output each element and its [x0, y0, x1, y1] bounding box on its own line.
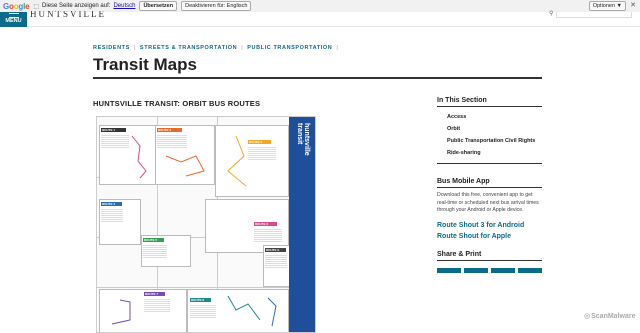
shield-icon: ◎ [584, 313, 591, 320]
android-app-link[interactable]: Route Shout 3 for Android [437, 222, 542, 229]
route-label: ROUTE 5 [143, 238, 164, 242]
transit-map-image[interactable]: ROUTE 1 ROUTE 2 ROUTE 3 ROUTE 4 ROUTE 5 … [96, 116, 316, 333]
search-input[interactable]: ⚲ [549, 11, 632, 18]
translate-message: Diese Seite anzeigen auf: [42, 3, 111, 9]
divider [437, 163, 542, 164]
breadcrumb-separator: | [336, 45, 339, 51]
route-panel: ROUTE 5 [141, 235, 191, 267]
route-panel: ROUTE 2 [155, 125, 215, 185]
bus-app-description: Download this free, convenient app to ge… [437, 192, 539, 213]
route-label: ROUTE 9 [265, 248, 286, 252]
menu-button[interactable]: MENU [0, 12, 27, 27]
sidebar-link-civil-rights[interactable]: Public Transportation Civil Rights [447, 135, 542, 147]
bus-app-heading: Bus Mobile App [437, 178, 490, 185]
share-buttons [437, 267, 542, 273]
route-panel: ROUTE 1 [99, 125, 156, 185]
route-label: ROUTE 4 [101, 202, 122, 206]
divider [437, 106, 542, 107]
route-panel: ROUTE 7 [99, 289, 187, 332]
sidebar: In This Section Access Orbit Public Tran… [437, 97, 542, 273]
translate-icon: ⬚ [33, 3, 40, 10]
share-button[interactable] [491, 267, 515, 273]
sidebar-link-access[interactable]: Access [447, 111, 542, 123]
divider [437, 187, 542, 188]
options-button[interactable]: Optionen ▼ [588, 1, 626, 11]
sidebar-link-ride-sharing[interactable]: Ride-sharing [447, 147, 542, 159]
map-title-band: huntsville transit [289, 117, 315, 332]
route-label: ROUTE 6 [254, 222, 277, 226]
site-logo[interactable]: HUNTSVILLE [30, 11, 106, 17]
breadcrumb: RESIDENTS | STREETS & TRANSPORTATION | P… [93, 45, 338, 51]
route-panel: ROUTE 9 [263, 245, 291, 287]
disable-translate-button[interactable]: Deaktivieren für: Englisch [181, 1, 252, 11]
search-icon[interactable]: ⚲ [549, 10, 553, 17]
share-button[interactable] [437, 267, 461, 273]
in-this-section-heading: In This Section [437, 97, 487, 104]
page-title: Transit Maps [93, 55, 197, 74]
translate-button[interactable]: Übersetzen [139, 1, 178, 11]
section-links: Access Orbit Public Transportation Civil… [437, 111, 542, 159]
sidebar-link-orbit[interactable]: Orbit [447, 123, 542, 135]
route-panel: ROUTE 3 [215, 125, 289, 197]
breadcrumb-streets[interactable]: STREETS & TRANSPORTATION [140, 45, 237, 51]
share-button[interactable] [464, 267, 488, 273]
divider [437, 259, 542, 261]
breadcrumb-separator: | [133, 45, 136, 51]
language-select[interactable]: Deutsch [113, 3, 135, 9]
route-panel: ROUTE 8 [187, 289, 289, 332]
print-button[interactable] [518, 267, 542, 273]
route-panel: ROUTE 4 [99, 199, 141, 245]
section-title: HUNTSVILLE TRANSIT: ORBIT BUS ROUTES [93, 99, 261, 108]
google-logo: Google [3, 1, 30, 11]
breadcrumb-separator: | [241, 45, 244, 51]
breadcrumb-public-transportation[interactable]: PUBLIC TRANSPORTATION [247, 45, 332, 51]
breadcrumb-residents[interactable]: RESIDENTS [93, 45, 130, 51]
share-print-heading: Share & Print [437, 250, 482, 258]
watermark: ◎ScanMalware [584, 313, 636, 320]
map-title: huntsville transit [296, 123, 310, 156]
title-divider [93, 77, 542, 79]
apple-app-link[interactable]: Route Shout for Apple [437, 233, 542, 240]
close-icon[interactable]: ✕ [630, 1, 636, 9]
